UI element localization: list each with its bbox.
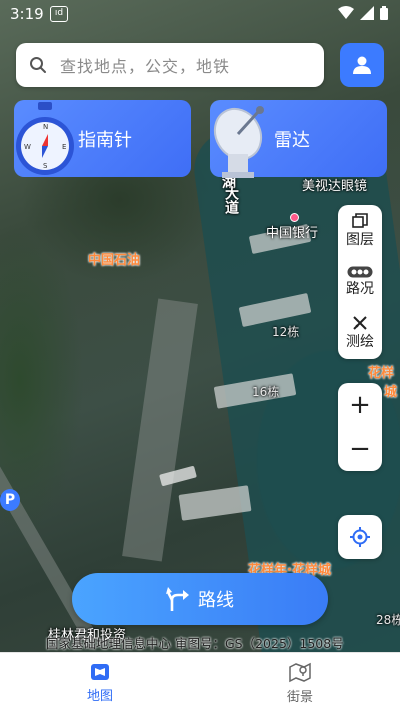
user-profile-button[interactable] [340,43,384,87]
bottom-navigation: 地图 街景 [0,652,400,712]
radar-dish-icon [210,100,270,178]
signal-icon [360,6,374,20]
ruler-pencil-icon [353,315,367,330]
system-icons [338,6,388,20]
compass-card-label: 指南针 [78,129,132,151]
zoom-out-button[interactable]: − [338,427,382,471]
traffic-label: 路况 [346,280,374,297]
svg-text:S: S [43,162,48,170]
traffic-icon [347,266,373,277]
locate-me-button[interactable] [338,515,382,559]
compass-card[interactable]: N S W E 指南针 [14,100,191,177]
search-placeholder: 查找地点，公交，地铁 [60,57,231,76]
street-view-icon [289,662,311,682]
wifi-icon [338,6,354,19]
route-button-label: 路线 [198,590,234,611]
svg-text:W: W [24,143,31,151]
map-label-building-28: 28栋 [376,613,400,627]
status-bar: 3:19 ıd [0,0,400,28]
map-approval-text: 国家基础地理信息中心 审图号：GS（2025）1508号 [46,636,344,651]
search-bar[interactable]: 查找地点，公交，地铁 [16,43,324,87]
map-label-road: 大道 [223,186,239,214]
map-label-gas-station[interactable]: 中国石油 [88,249,140,268]
location-target-icon [350,527,370,547]
layers-icon [352,212,368,228]
status-time: 3:19 [10,5,44,23]
radar-card[interactable]: 雷达 [210,100,387,178]
layers-label: 图层 [346,231,374,248]
measure-label: 测绘 [346,333,374,350]
nav-item-map[interactable]: 地图 [0,653,200,712]
map-label-bank[interactable]: 中国银行 [266,222,318,241]
user-icon [353,56,371,74]
zoom-controls: + − [338,383,382,471]
map-tools-panel: 图层 路况 测绘 [338,205,382,359]
layers-button[interactable]: 图层 [338,205,382,256]
traffic-button[interactable]: 路况 [338,256,382,307]
route-button[interactable]: 路线 [72,573,328,625]
map-label-huayang-right[interactable]: 花样 [368,362,394,381]
svg-text:E: E [62,143,66,151]
nav-streetview-label: 街景 [286,689,313,705]
parking-marker[interactable]: P [0,489,20,511]
route-arrow-icon [166,587,189,611]
map-label-optical[interactable]: 美视达眼镜 [302,175,367,194]
building [178,485,252,521]
map-tab-icon [91,663,109,680]
compass-icon: N S W E [14,100,74,177]
zoom-in-button[interactable]: + [338,383,382,427]
nav-item-streetview[interactable]: 街景 [200,653,400,712]
svg-text:N: N [43,123,48,131]
nav-map-label: 地图 [86,688,113,704]
battery-icon [380,6,388,20]
road-segment [122,298,198,562]
map-label-huayang-right2: 城 [384,385,398,400]
map-label-building-12: 12栋 [272,325,300,339]
bank-poi-dot[interactable] [290,213,299,222]
search-icon [16,56,60,74]
app-notification-icon: ıd [50,6,68,22]
map-label-building-16: 16栋 [252,385,280,399]
radar-card-label: 雷达 [274,129,310,151]
measure-button[interactable]: 测绘 [338,307,382,358]
